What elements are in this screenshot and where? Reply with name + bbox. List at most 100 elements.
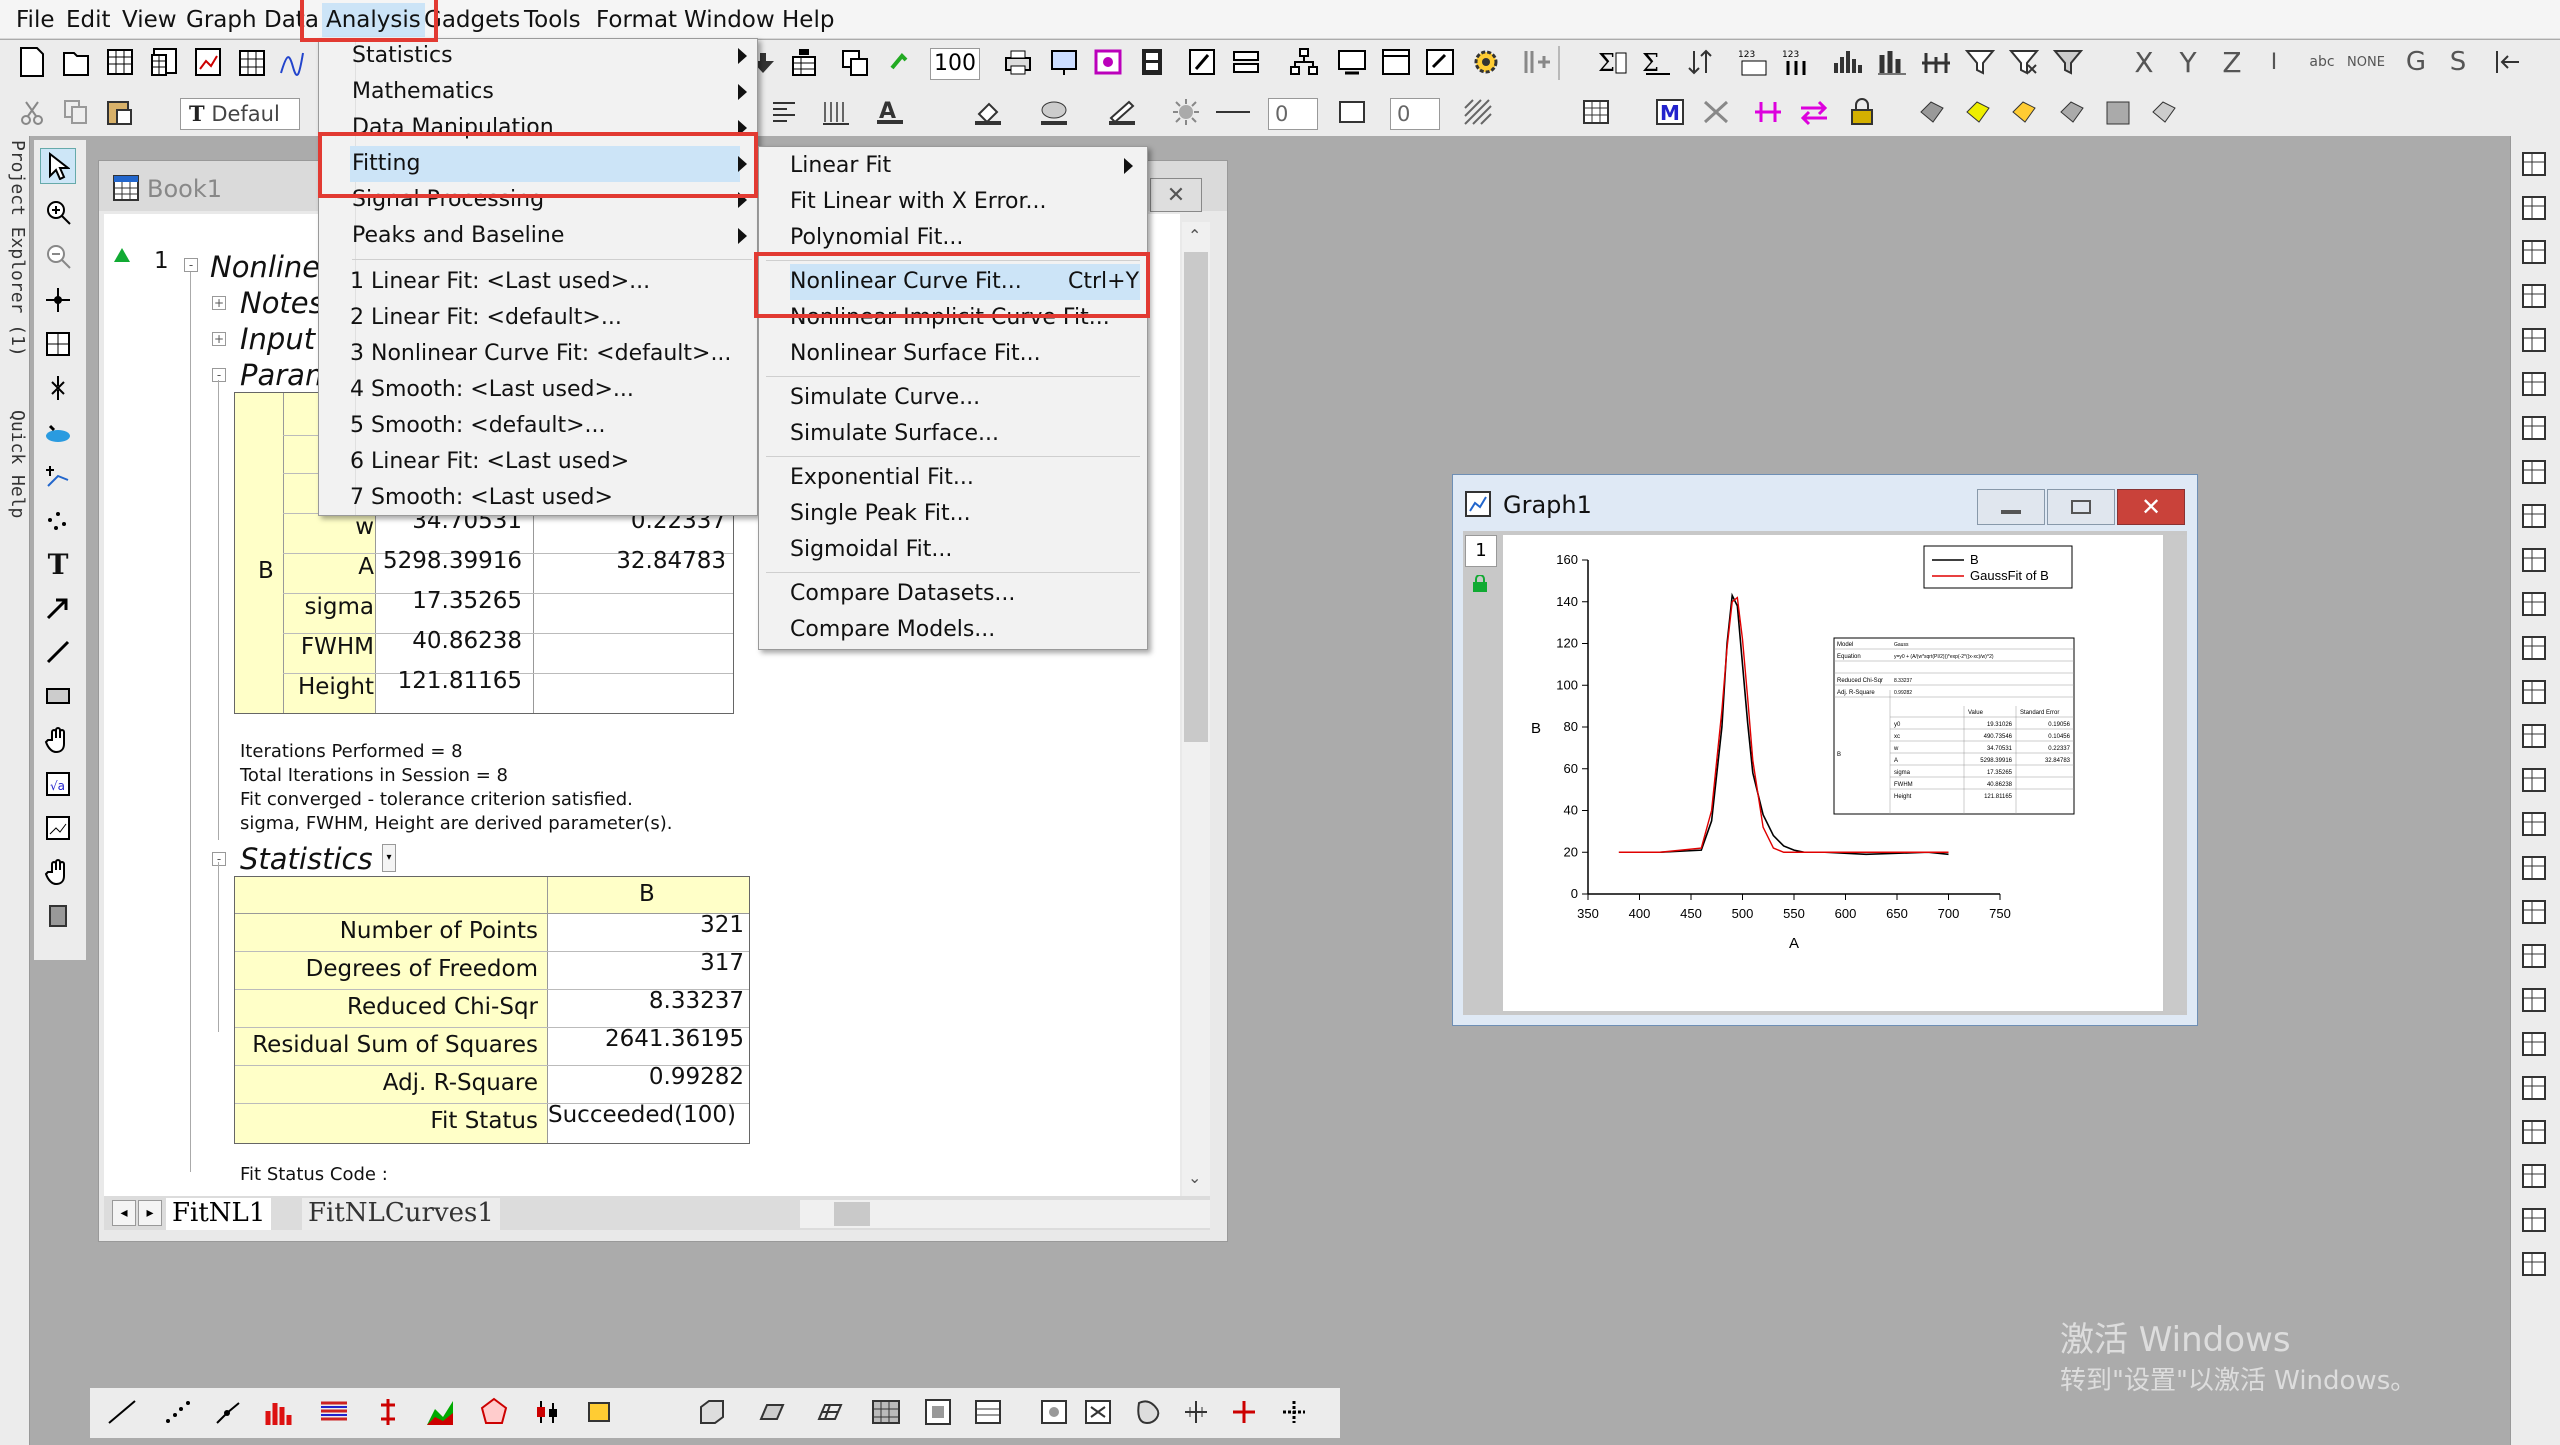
3d-wire-icon[interactable] <box>812 1394 848 1430</box>
scatter-plot-icon[interactable] <box>160 1394 196 1430</box>
settings-gear-icon[interactable] <box>1468 44 1504 80</box>
layer-7-icon[interactable] <box>2514 1026 2554 1062</box>
analysis-item-mathematics[interactable]: Mathematics <box>350 74 740 110</box>
set-as-group-icon[interactable]: G <box>2398 44 2434 80</box>
3d-plot-icon[interactable] <box>694 1394 730 1430</box>
regional-selector-icon[interactable] <box>40 502 76 538</box>
quick-help-tab[interactable]: Quick Help <box>2 410 28 550</box>
collapse-toggle[interactable]: - <box>184 258 198 272</box>
fitting-item-nonlinear-surface-fit[interactable]: Nonlinear Surface Fit... <box>790 336 1140 372</box>
script-window-icon[interactable] <box>1422 44 1458 80</box>
menu-gadgets[interactable]: Gadgets <box>420 3 524 37</box>
extract-graph-icon[interactable] <box>1698 94 1734 130</box>
fitting-item-linear-fit[interactable]: Linear Fit <box>790 148 1140 184</box>
menu-data[interactable]: Data <box>260 3 323 37</box>
menu-file[interactable]: File <box>12 3 59 37</box>
mask-region-icon[interactable] <box>1960 94 1996 130</box>
slideshow-icon[interactable] <box>1046 44 1082 80</box>
menu-view[interactable]: View <box>118 3 181 37</box>
copy-icon[interactable] <box>58 94 94 130</box>
filmstrip-icon[interactable] <box>1134 44 1170 80</box>
new-project-icon[interactable] <box>14 44 50 80</box>
mask-clear-icon[interactable] <box>2146 94 2182 130</box>
layer-9-icon[interactable] <box>2514 1114 2554 1150</box>
new-folder-icon[interactable] <box>58 44 94 80</box>
menu-format[interactable]: Format <box>592 3 681 37</box>
line-style-icon[interactable] <box>1214 94 1250 130</box>
new-workbook-icon[interactable] <box>102 44 138 80</box>
axis-top-icon[interactable] <box>2514 366 2554 402</box>
error-bar-plot-icon[interactable] <box>370 1394 406 1430</box>
recent-item[interactable]: 1 Linear Fit: <Last used>... <box>350 264 750 300</box>
menu-analysis[interactable]: Analysis <box>322 3 425 37</box>
clock-icon[interactable] <box>2514 674 2554 710</box>
line-width-combo[interactable]: 0 <box>1268 98 1318 130</box>
set-as-subject-icon[interactable]: S <box>2440 44 2476 80</box>
insert-axis-icon[interactable] <box>1178 1394 1214 1430</box>
stack-icon[interactable] <box>1918 44 1954 80</box>
fitting-item-polynomial-fit[interactable]: Polynomial Fit... <box>790 220 1140 256</box>
sort-icon[interactable] <box>1684 44 1720 80</box>
tab-prev-button[interactable]: ◂ <box>112 1200 136 1226</box>
filter-icon[interactable] <box>1962 44 1998 80</box>
project-explorer-tab[interactable]: Project Explorer (1) <box>2 140 28 380</box>
polar-plot-icon[interactable] <box>476 1394 512 1430</box>
recent-item[interactable]: 7 Smooth: <Last used> <box>350 480 750 516</box>
light-source-icon[interactable] <box>1168 94 1204 130</box>
erase-tool-icon[interactable] <box>40 898 76 934</box>
statistics-sum-icon[interactable]: Σ <box>1596 44 1632 80</box>
data-reader-tool-icon[interactable] <box>40 282 76 318</box>
set-as-error-icon[interactable]: I <box>2256 44 2292 80</box>
column-plot-icon[interactable] <box>260 1394 296 1430</box>
add-layer-right-icon[interactable] <box>1080 1394 1116 1430</box>
set-as-label-icon[interactable]: abc <box>2304 44 2340 80</box>
insert-equation-icon[interactable]: √a <box>40 766 76 802</box>
vertical-scrollbar[interactable]: ⌃ ⌄ <box>1182 222 1210 1196</box>
insert-graph-icon[interactable] <box>40 810 76 846</box>
input-expand[interactable]: + <box>212 332 226 346</box>
analysis-item-peaks-and-baseline[interactable]: Peaks and Baseline <box>350 218 740 254</box>
hatch-pattern-icon[interactable] <box>1460 94 1496 130</box>
mask-color-icon[interactable] <box>2054 94 2090 130</box>
line-symbol-plot-icon[interactable] <box>210 1394 246 1430</box>
menu-window[interactable]: Window <box>680 3 779 37</box>
refresh-icon[interactable] <box>882 44 918 80</box>
text-tool-icon[interactable]: T <box>40 546 76 582</box>
layer-indicator[interactable]: 1 <box>1465 535 1497 567</box>
mask-hide-icon[interactable] <box>2100 94 2136 130</box>
project-explorer-icon[interactable] <box>1286 44 1322 80</box>
pointer-tool-icon[interactable] <box>40 148 76 184</box>
line-color-icon[interactable] <box>1104 94 1140 130</box>
menu-help[interactable]: Help <box>778 3 838 37</box>
layer-6-icon[interactable] <box>2514 982 2554 1018</box>
recent-item[interactable]: 6 Linear Fit: <Last used> <box>350 444 750 480</box>
fill-column-icon[interactable]: 123 <box>1780 44 1816 80</box>
move-left-icon[interactable] <box>2490 44 2526 80</box>
new-excel-icon[interactable] <box>146 44 182 80</box>
rotate-tool-icon[interactable] <box>40 414 76 450</box>
layer-12-icon[interactable] <box>2514 1246 2554 1282</box>
image-plot-icon[interactable] <box>920 1394 956 1430</box>
arrange-layers-icon[interactable] <box>2514 278 2554 314</box>
layer-5-icon[interactable] <box>2514 938 2554 974</box>
layer-11-icon[interactable] <box>2514 1202 2554 1238</box>
border-color-icon[interactable] <box>1334 94 1370 130</box>
screen-reader-tool-icon[interactable] <box>40 326 76 362</box>
axis-left-icon[interactable] <box>2514 322 2554 358</box>
layer-8-icon[interactable] <box>2514 1070 2554 1106</box>
axis-scale-icon[interactable] <box>1276 1394 1312 1430</box>
analysis-item-signal-processing[interactable]: Signal Processing <box>350 182 740 218</box>
book1-close-button[interactable]: ✕ <box>1150 178 1202 212</box>
3d-surface-icon[interactable] <box>754 1394 790 1430</box>
annotation-tool-icon[interactable] <box>40 370 76 406</box>
set-column-values-icon[interactable]: 123 <box>1736 44 1772 80</box>
data-selector-tool-icon[interactable] <box>40 458 76 494</box>
fitting-item-sigmoidal-fit[interactable]: Sigmoidal Fit... <box>790 532 1140 568</box>
mask-icon[interactable] <box>1914 94 1950 130</box>
layer-10-icon[interactable] <box>2514 1158 2554 1194</box>
hscroll-thumb[interactable] <box>834 1202 870 1226</box>
zoom-out-tool-icon[interactable] <box>40 238 76 274</box>
tab-next-button[interactable]: ▸ <box>138 1200 162 1226</box>
layer-4-icon[interactable] <box>2514 894 2554 930</box>
column-bars-icon[interactable] <box>818 94 854 130</box>
